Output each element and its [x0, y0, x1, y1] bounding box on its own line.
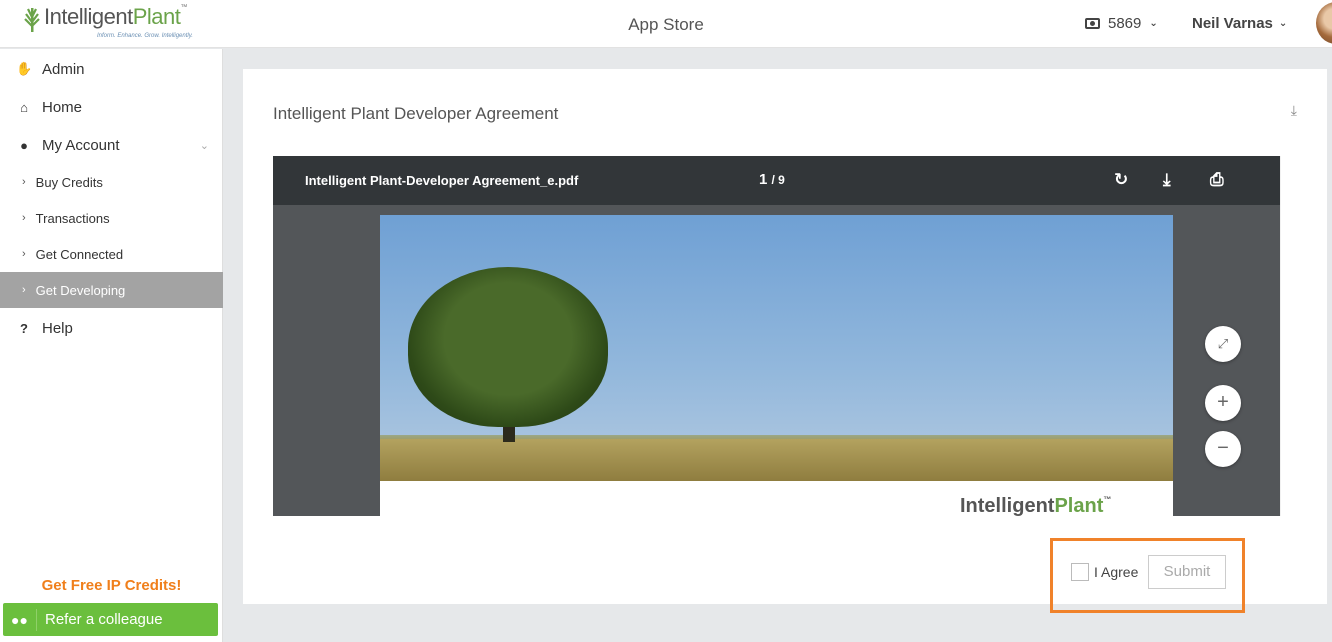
chevron-right-icon: › — [22, 212, 26, 224]
fit-page-button[interactable]: ⤢ — [1205, 326, 1241, 362]
chevron-right-icon: › — [22, 176, 26, 188]
logo-wordmark: IntelligentPlant™ — [44, 4, 187, 30]
pdf-toolbar: Intelligent Plant-Developer Agreement_e.… — [273, 156, 1280, 205]
sidebar-item-label: Transactions — [35, 210, 110, 226]
submit-button[interactable]: Submit — [1148, 555, 1226, 589]
agree-label: I Agree — [1094, 564, 1139, 580]
pdf-viewer[interactable]: Intelligent Plant-Developer Agreement_e.… — [273, 156, 1281, 516]
pdf-current-page[interactable]: 1 — [759, 171, 767, 188]
rotate-icon[interactable]: ↻ — [1114, 170, 1128, 190]
sidebar-item-get-connected[interactable]: › Get Connected — [0, 236, 223, 272]
question-icon: ? — [20, 320, 28, 336]
document-title: Intelligent Plant Developer Agreement — [273, 104, 559, 123]
sidebar-item-label: Help — [42, 319, 73, 337]
logo-word-2: Plant — [132, 4, 181, 29]
avatar[interactable] — [1316, 2, 1332, 44]
page-logo-word-2: Plant — [1054, 495, 1104, 516]
users-icon: ●● — [3, 608, 37, 631]
double-chevron-down-icon: ⌄ — [199, 139, 209, 152]
chevron-down-icon: ⌄ — [1149, 18, 1158, 29]
logo-word-1: Intelligent — [44, 4, 133, 29]
user-icon: ● — [20, 137, 28, 153]
top-bar: IntelligentPlant™ Inform. Enhance. Grow.… — [0, 0, 1332, 48]
sidebar: ✋ Admin ⌂ Home ● My Account ⌄ › Buy Cred… — [0, 49, 223, 642]
sidebar-item-home[interactable]: ⌂ Home — [0, 89, 223, 125]
logo-trademark: ™ — [180, 4, 187, 11]
plus-icon: + — [1217, 391, 1229, 413]
sidebar-item-my-account[interactable]: ● My Account ⌄ — [0, 127, 223, 163]
plant-logo-icon — [24, 8, 40, 32]
sidebar-item-label: Admin — [42, 60, 85, 78]
page-logo: IntelligentPlant™ — [960, 495, 1111, 516]
sidebar-item-transactions[interactable]: › Transactions — [0, 200, 223, 236]
pdf-page: IntelligentPlant™ — [380, 215, 1173, 516]
sidebar-item-label: Get Developing — [35, 282, 126, 298]
chevron-down-icon: ⌄ — [1278, 18, 1288, 29]
agree-checkbox[interactable] — [1071, 563, 1089, 581]
intelligent-plant-logo[interactable]: IntelligentPlant™ Inform. Enhance. Grow.… — [22, 4, 202, 46]
credits-dropdown[interactable]: 5869 ⌄ — [1085, 15, 1158, 32]
home-icon: ⌂ — [20, 99, 28, 115]
page-logo-trademark: ™ — [1103, 495, 1112, 504]
chevron-right-icon: › — [22, 284, 26, 296]
zoom-in-button[interactable]: + — [1205, 385, 1241, 421]
pdf-page-indicator: 1 / 9 — [759, 171, 785, 188]
pdf-scrollbar[interactable]: ▲ ▼ — [1280, 156, 1281, 516]
print-icon[interactable]: ⎙ — [1210, 170, 1224, 190]
sidebar-item-get-developing[interactable]: › Get Developing — [0, 272, 223, 308]
sidebar-item-buy-credits[interactable]: › Buy Credits — [0, 164, 223, 200]
download-icon[interactable]: ⤓ — [1163, 170, 1171, 190]
sidebar-item-admin[interactable]: ✋ Admin — [0, 51, 223, 87]
refer-colleague-button[interactable]: ●● Refer a colleague — [3, 603, 218, 636]
cover-image-field — [380, 439, 1173, 481]
sidebar-item-label: Get Connected — [35, 246, 124, 262]
refer-label: Refer a colleague — [45, 611, 163, 628]
fit-page-icon: ⤢ — [1217, 336, 1229, 351]
sidebar-item-label: My Account — [42, 136, 120, 154]
sidebar-item-label: Buy Credits — [35, 174, 103, 190]
page-logo-word-1: Intelligent — [960, 495, 1055, 516]
credits-value: 5869 — [1108, 15, 1142, 32]
chevron-right-icon: › — [22, 248, 26, 260]
sidebar-item-help[interactable]: ? Help — [0, 310, 223, 346]
sidebar-item-label: Home — [42, 98, 83, 116]
agreement-card: Intelligent Plant Developer Agreement ⤓ … — [243, 69, 1327, 604]
cover-image-tree — [408, 267, 608, 427]
free-credits-promo: Get Free IP Credits! — [41, 577, 182, 594]
user-menu[interactable]: Neil Varnas ⌄ — [1192, 15, 1287, 32]
minus-icon: − — [1217, 437, 1229, 459]
hand-icon: ✋ — [16, 61, 33, 76]
download-icon[interactable]: ⤓ — [1291, 102, 1297, 119]
user-name: Neil Varnas — [1192, 15, 1273, 32]
logo-tagline: Inform. Enhance. Grow. Intelligently. — [97, 33, 193, 39]
credits-icon — [1085, 18, 1100, 29]
zoom-out-button[interactable]: − — [1205, 431, 1241, 467]
pdf-total-pages: / 9 — [771, 173, 785, 187]
pdf-file-name: Intelligent Plant-Developer Agreement_e.… — [305, 173, 579, 188]
